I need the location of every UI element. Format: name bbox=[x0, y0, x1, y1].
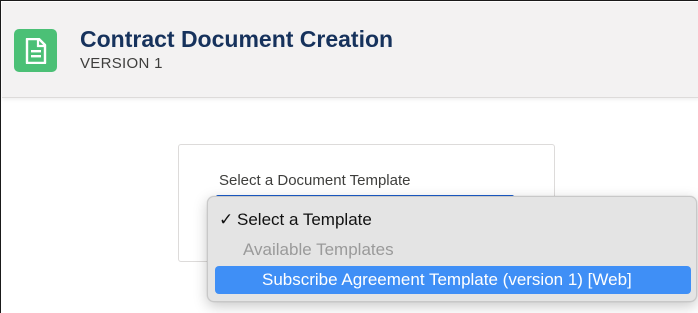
template-dropdown-menu: ✓ Select a Template Available Templates … bbox=[207, 196, 697, 302]
dropdown-option-select-template[interactable]: Select a Template bbox=[237, 210, 372, 230]
document-glyph bbox=[25, 37, 46, 64]
dropdown-group-label: Available Templates bbox=[243, 240, 394, 259]
page-title: Contract Document Creation bbox=[80, 26, 394, 52]
page-subtitle: VERSION 1 bbox=[80, 55, 163, 72]
checkmark-icon: ✓ bbox=[219, 210, 234, 229]
app-window: Contract Document Creation VERSION 1 Sel… bbox=[0, 0, 698, 313]
page-header: Contract Document Creation VERSION 1 bbox=[2, 2, 698, 98]
dropdown-option-subscribe-agreement[interactable]: Subscribe Agreement Template (version 1)… bbox=[215, 266, 691, 294]
document-icon bbox=[14, 29, 57, 72]
dropdown-option-label: Subscribe Agreement Template (version 1)… bbox=[262, 270, 632, 289]
template-field-label: Select a Document Template bbox=[219, 172, 411, 189]
